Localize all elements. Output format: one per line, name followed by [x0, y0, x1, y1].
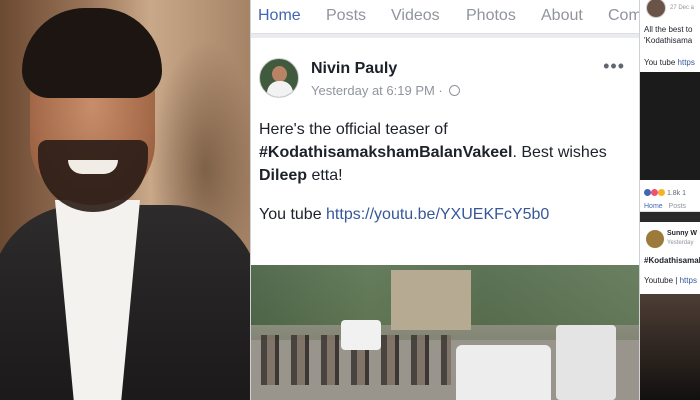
side-video-thumbnail[interactable] [640, 72, 700, 180]
actor-portrait-photo [0, 0, 250, 400]
tab-community[interactable]: Com [608, 7, 639, 25]
white-van [556, 325, 616, 400]
hair [22, 8, 162, 98]
more-options-icon[interactable]: ••• [603, 56, 625, 77]
side-link-label-1: You tube [644, 58, 678, 67]
white-car [341, 320, 381, 350]
side-reactions[interactable]: 1.8k 1 [644, 189, 686, 197]
tab-posts[interactable]: Posts [326, 7, 366, 25]
globe-icon [449, 85, 461, 96]
avatar-body [267, 81, 293, 97]
youtube-link-line: You tube https://youtu.be/YXUEKFcY5b0 [259, 206, 549, 224]
text-mid: . Best wishes [512, 144, 607, 161]
side-text-1a: All the best to [644, 25, 693, 34]
side-author-2[interactable]: Sunny W [667, 230, 697, 237]
tab-videos[interactable]: Videos [391, 7, 440, 25]
side-hashtag-2[interactable]: #Kodathisamak [644, 256, 700, 265]
text-suffix: etta! [307, 167, 343, 184]
wow-icon [658, 189, 665, 196]
building [391, 270, 471, 330]
side-avatar-2[interactable] [646, 230, 664, 248]
like-icon [644, 189, 651, 196]
tab-home[interactable]: Home [258, 7, 301, 25]
side-link-label-2: Youtube | [644, 276, 680, 285]
smile [68, 160, 118, 174]
post-card: Nivin Pauly Yesterday at 6:19 PM · ••• H… [251, 38, 639, 400]
side-photo-2[interactable] [640, 294, 700, 400]
timestamp-text: Yesterday at 6:19 PM · [311, 83, 447, 98]
text-prefix: Here's the official teaser of [259, 121, 448, 138]
side-link-line-2: Youtube | https [644, 276, 697, 285]
side-date-2: Yesterday [667, 240, 694, 246]
page-tabs: Home Posts Videos Photos About Com [251, 0, 639, 34]
side-link-line-1: You tube https [644, 58, 695, 67]
side-tabs: Home Posts [644, 203, 686, 210]
tab-about[interactable]: About [541, 7, 583, 25]
post-photo[interactable] [251, 265, 639, 400]
mention-link[interactable]: Dileep [259, 167, 307, 184]
author-name[interactable]: Nivin Pauly [311, 60, 397, 78]
side-tab-posts[interactable]: Posts [669, 203, 687, 210]
love-icon [651, 189, 658, 196]
tab-photos[interactable]: Photos [466, 7, 516, 25]
hashtag-link[interactable]: #KodathisamakshamBalanVakeel [259, 144, 512, 161]
post-timestamp[interactable]: Yesterday at 6:19 PM · [311, 83, 461, 98]
facebook-page-screenshot: Home Posts Videos Photos About Com Nivin… [250, 0, 640, 400]
side-feed-screenshot: 27 Dec a All the best to 'Kodathisama Yo… [640, 0, 700, 400]
side-link-1[interactable]: https [678, 58, 695, 67]
link-label: You tube [259, 206, 327, 223]
youtube-url-link[interactable]: https://youtu.be/YXUEKFcY5b0 [326, 206, 549, 223]
white-suv [456, 345, 551, 400]
author-avatar[interactable] [259, 58, 299, 98]
reaction-count: 1.8k 1 [666, 190, 687, 197]
side-link-2[interactable]: https [680, 276, 697, 285]
side-tab-home[interactable]: Home [644, 203, 663, 210]
side-date-1: 27 Dec a [670, 5, 695, 11]
post-body-text: Here's the official teaser of #Kodathisa… [259, 118, 635, 187]
avatar-head [272, 66, 287, 82]
side-text-1b: 'Kodathisama [644, 36, 693, 45]
